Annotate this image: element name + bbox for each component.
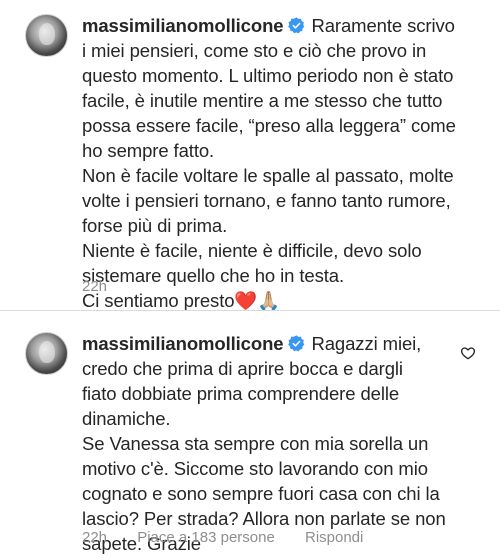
- comment-1: massimilianomollicone Raramente scrivo i …: [0, 0, 500, 313]
- comment-line: ho sempre fatto.: [82, 140, 215, 161]
- comment-line: Niente è facile, niente è difficile, dev…: [82, 240, 422, 261]
- comment-line: i miei pensieri, come sto e ciò che prov…: [82, 40, 427, 61]
- comment-line: sistemare quello che ho in testa.: [82, 265, 345, 286]
- comment-meta: 22h: [82, 278, 133, 295]
- username[interactable]: massimilianomollicone: [82, 333, 284, 354]
- comment-text: massimilianomollicone Raramente scrivo i …: [82, 13, 488, 313]
- comment-line: lascio? Per strada? Allora non parlate s…: [82, 508, 446, 529]
- likes-count-link[interactable]: Piace a 183 persone: [137, 529, 275, 546]
- comment-line: forse più di prima.: [82, 215, 228, 236]
- comment-line: motivo c'è. Siccome sto lavorando con mi…: [82, 458, 428, 479]
- comment-line: Non è facile voltare le spalle al passat…: [82, 165, 454, 186]
- avatar[interactable]: [25, 332, 68, 375]
- heart-outline-icon[interactable]: [460, 345, 476, 361]
- comment-line: cognato e sono sempre fuori casa con chi…: [82, 483, 440, 504]
- username[interactable]: massimilianomollicone: [82, 15, 284, 36]
- comment-text: massimilianomollicone Ragazzi miei, credo…: [82, 331, 456, 556]
- comment-line: fiato dobbiate prima comprendere delle: [82, 383, 400, 404]
- comment-line: facile, è inutile mentire a me stesso ch…: [82, 90, 443, 111]
- comment-meta: 22h Piace a 183 persone Rispondi: [82, 529, 389, 546]
- timestamp: 22h: [82, 529, 108, 546]
- comment-line: Se Vanessa sta sempre con mia sorella un: [82, 433, 429, 454]
- comment-line: questo momento. L ultimo periodo non è s…: [82, 65, 454, 86]
- comment-first-line: Ragazzi miei,: [311, 333, 422, 354]
- comment-line: dinamiche.: [82, 408, 171, 429]
- comment-2: massimilianomollicone Ragazzi miei, credo…: [0, 318, 500, 560]
- verified-badge-icon: [288, 335, 305, 352]
- comment-line: credo che prima di aprire bocca e dargli: [82, 358, 403, 379]
- divider: [0, 310, 500, 311]
- verified-badge-icon: [288, 17, 305, 34]
- comment-line: possa essere facile, “preso alla leggera…: [82, 115, 456, 136]
- reply-button[interactable]: Rispondi: [305, 529, 363, 546]
- comment-first-line: Raramente scrivo: [311, 15, 455, 36]
- timestamp: 22h: [82, 278, 108, 295]
- avatar[interactable]: [25, 14, 68, 57]
- comment-line: volte i pensieri tornano, e fanno tanto …: [82, 190, 451, 211]
